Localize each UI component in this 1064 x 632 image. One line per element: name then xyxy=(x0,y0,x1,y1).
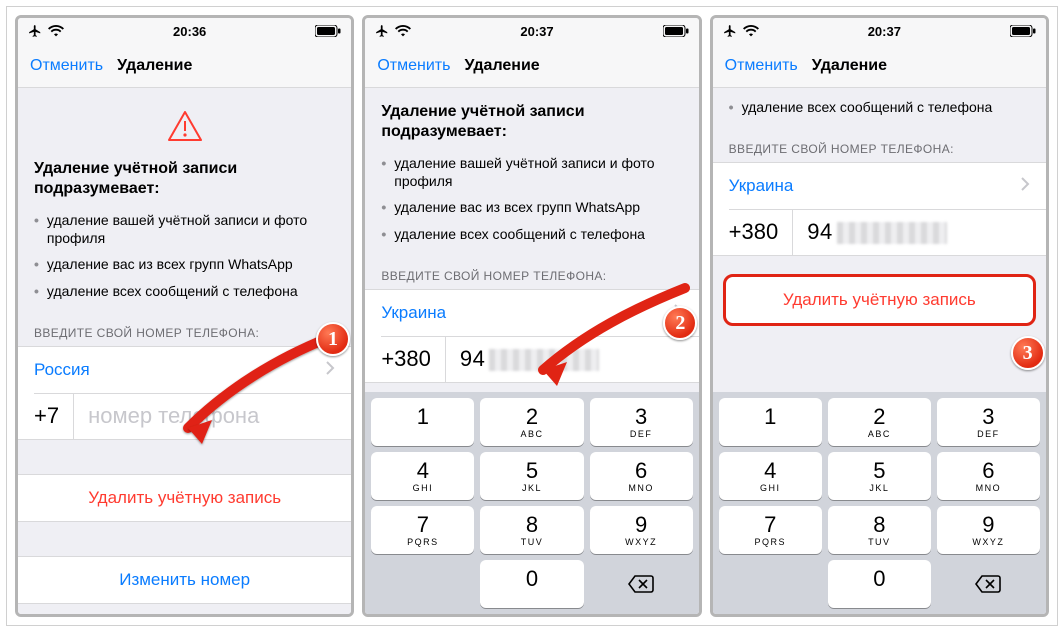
country-code: +7 xyxy=(34,393,74,439)
backspace-icon xyxy=(974,574,1002,594)
key-backspace[interactable] xyxy=(937,560,1040,608)
cancel-button[interactable]: Отменить xyxy=(377,57,450,75)
battery-icon xyxy=(663,25,689,37)
delete-heading: Удаление учётной записи подразумевает: xyxy=(34,153,335,207)
wifi-icon xyxy=(395,25,411,37)
phone-screen-3: 20:37 Отменить Удаление •удаление всех с… xyxy=(710,15,1049,617)
key-8[interactable]: 8TUV xyxy=(480,506,583,554)
status-bar: 20:37 xyxy=(365,18,698,44)
key-9[interactable]: 9WXYZ xyxy=(937,506,1040,554)
key-1[interactable]: 1 xyxy=(371,398,474,446)
screen-body: Удаление учётной записи подразумевает: •… xyxy=(18,88,351,614)
key-3[interactable]: 3DEF xyxy=(937,398,1040,446)
country-name: Украина xyxy=(729,176,794,196)
cancel-button[interactable]: Отменить xyxy=(30,57,103,75)
phone-section-label: ВВЕДИТЕ СВОЙ НОМЕР ТЕЛЕФОНА: xyxy=(18,308,351,346)
wifi-icon xyxy=(48,25,64,37)
nav-title: Удаление xyxy=(464,57,539,75)
key-2[interactable]: 2ABC xyxy=(828,398,931,446)
screen-body: •удаление всех сообщений с телефона ВВЕД… xyxy=(713,88,1046,614)
phone-number: 94 xyxy=(446,346,599,372)
country-name: Россия xyxy=(34,360,90,380)
warning-icon xyxy=(167,110,203,142)
key-8[interactable]: 8TUV xyxy=(828,506,931,554)
key-blank xyxy=(371,560,474,608)
phone-number: 94 xyxy=(793,219,946,245)
phone-placeholder: номер телефона xyxy=(74,403,259,429)
key-7[interactable]: 7PQRS xyxy=(719,506,822,554)
status-time: 20:36 xyxy=(173,24,206,39)
delete-heading: Удаление учётной записи подразумевает: xyxy=(381,96,682,150)
key-4[interactable]: 4GHI xyxy=(719,452,822,500)
phone-screen-2: 20:37 Отменить Удаление Удаление учётной… xyxy=(362,15,701,617)
list-item: удаление вас из всех групп WhatsApp xyxy=(394,198,640,216)
delete-account-button[interactable]: Удалить учётную запись xyxy=(18,475,351,521)
phone-input-row[interactable]: +7 номер телефона xyxy=(18,393,351,439)
key-9[interactable]: 9WXYZ xyxy=(590,506,693,554)
wifi-icon xyxy=(743,25,759,37)
key-backspace[interactable] xyxy=(590,560,693,608)
status-time: 20:37 xyxy=(868,24,901,39)
cancel-button[interactable]: Отменить xyxy=(725,57,798,75)
key-blank xyxy=(719,560,822,608)
key-1[interactable]: 1 xyxy=(719,398,822,446)
numeric-keypad: 1 2ABC 3DEF 4GHI 5JKL 6MNO 7PQRS 8TUV 9W… xyxy=(365,392,698,614)
airplane-icon xyxy=(375,24,389,38)
key-0[interactable]: 0 xyxy=(828,560,931,608)
key-6[interactable]: 6MNO xyxy=(937,452,1040,500)
country-select[interactable]: Украина xyxy=(713,163,1046,209)
chevron-right-icon xyxy=(325,360,335,380)
redacted-phone xyxy=(489,349,599,371)
chevron-right-icon xyxy=(673,303,683,323)
list-item: удаление вашей учётной записи и фото про… xyxy=(47,211,335,247)
status-bar: 20:37 xyxy=(713,18,1046,44)
phone-screen-1: 20:36 Отменить Удаление Удаление учётной… xyxy=(15,15,354,617)
change-number-button[interactable]: Изменить номер xyxy=(18,557,351,603)
annotation-highlight-frame: Удалить учётную запись xyxy=(723,274,1036,326)
screen-body: Удаление учётной записи подразумевает: •… xyxy=(365,88,698,614)
status-bar: 20:36 xyxy=(18,18,351,44)
country-code: +380 xyxy=(381,336,446,382)
numeric-keypad: 1 2ABC 3DEF 4GHI 5JKL 6MNO 7PQRS 8TUV 9W… xyxy=(713,392,1046,614)
list-item: удаление всех сообщений с телефона xyxy=(742,98,993,116)
consequences-list: •удаление вашей учётной записи и фото пр… xyxy=(34,207,335,304)
chevron-right-icon xyxy=(1020,176,1030,196)
list-item: удаление вас из всех групп WhatsApp xyxy=(47,255,293,273)
key-5[interactable]: 5JKL xyxy=(828,452,931,500)
nav-bar: Отменить Удаление xyxy=(713,44,1046,88)
nav-title: Удаление xyxy=(812,57,887,75)
key-3[interactable]: 3DEF xyxy=(590,398,693,446)
status-time: 20:37 xyxy=(520,24,553,39)
airplane-icon xyxy=(28,24,42,38)
nav-bar: Отменить Удаление xyxy=(18,44,351,88)
phone-section-label: ВВЕДИТЕ СВОЙ НОМЕР ТЕЛЕФОНА: xyxy=(365,251,698,289)
key-2[interactable]: 2ABC xyxy=(480,398,583,446)
country-code: +380 xyxy=(729,209,794,255)
country-select[interactable]: Украина xyxy=(365,290,698,336)
battery-icon xyxy=(315,25,341,37)
key-5[interactable]: 5JKL xyxy=(480,452,583,500)
airplane-icon xyxy=(723,24,737,38)
list-item: удаление вашей учётной записи и фото про… xyxy=(394,154,682,190)
phone-input-row[interactable]: +380 94 xyxy=(365,336,698,382)
key-4[interactable]: 4GHI xyxy=(371,452,474,500)
consequences-list-partial: •удаление всех сообщений с телефона xyxy=(729,94,1030,120)
country-name: Украина xyxy=(381,303,446,323)
nav-title: Удаление xyxy=(117,57,192,75)
phone-input-row[interactable]: +380 94 xyxy=(713,209,1046,255)
key-7[interactable]: 7PQRS xyxy=(371,506,474,554)
key-6[interactable]: 6MNO xyxy=(590,452,693,500)
battery-icon xyxy=(1010,25,1036,37)
nav-bar: Отменить Удаление xyxy=(365,44,698,88)
list-item: удаление всех сообщений с телефона xyxy=(47,282,298,300)
consequences-list: •удаление вашей учётной записи и фото пр… xyxy=(381,150,682,247)
redacted-phone xyxy=(837,222,947,244)
country-select[interactable]: Россия xyxy=(18,347,351,393)
list-item: удаление всех сообщений с телефона xyxy=(394,225,645,243)
tutorial-stage: 20:36 Отменить Удаление Удаление учётной… xyxy=(6,6,1058,626)
phone-section-label: ВВЕДИТЕ СВОЙ НОМЕР ТЕЛЕФОНА: xyxy=(713,124,1046,162)
backspace-icon xyxy=(627,574,655,594)
delete-account-button[interactable]: Удалить учётную запись xyxy=(726,277,1033,323)
key-0[interactable]: 0 xyxy=(480,560,583,608)
